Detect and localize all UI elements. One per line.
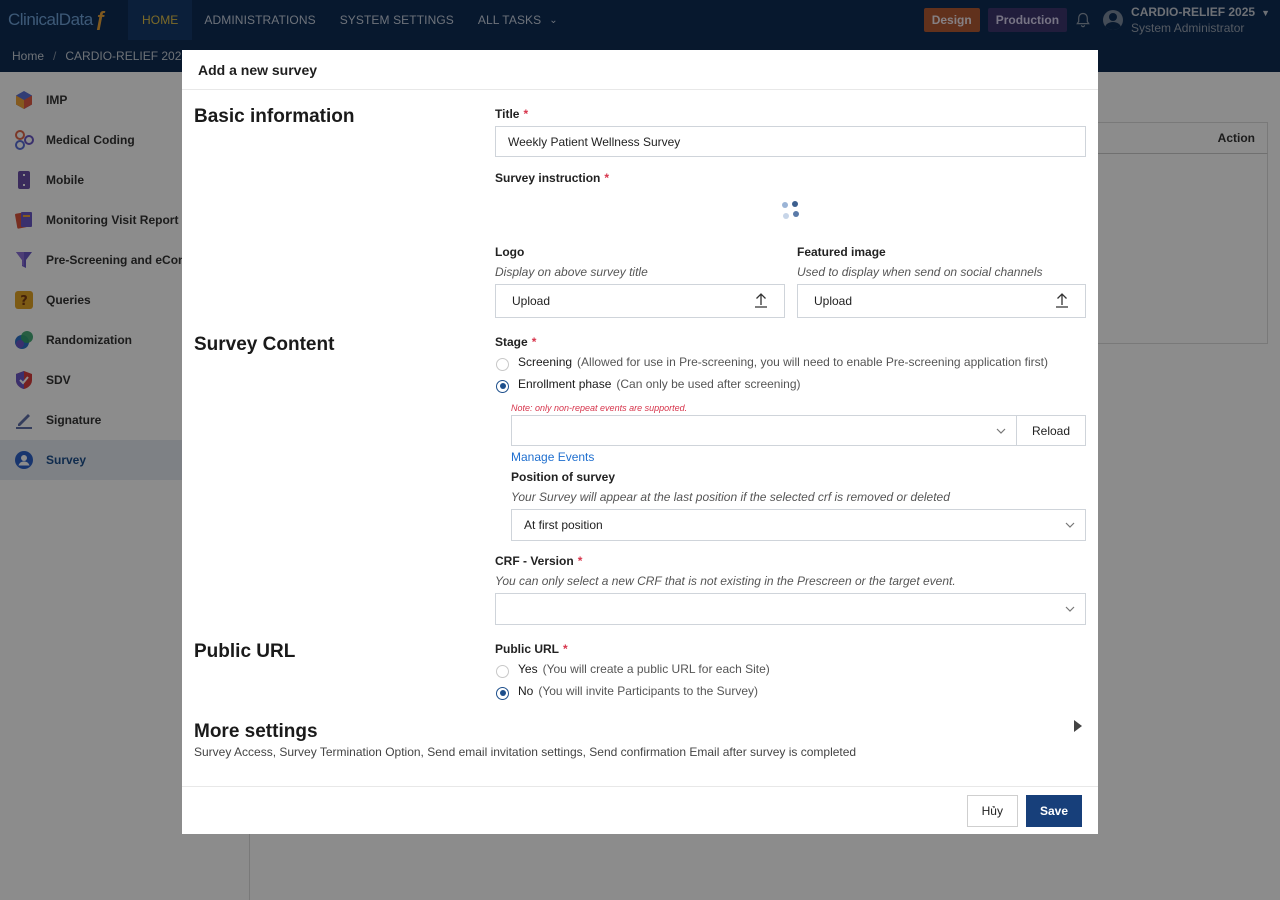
modal-footer: Hủy Save	[182, 786, 1098, 834]
required-asterisk: *	[563, 642, 568, 656]
radio-public-url-no[interactable]	[496, 686, 509, 700]
stage-label-text: Stage	[495, 335, 528, 349]
section-title-public-url: Public URL	[194, 641, 296, 662]
title-input[interactable]: Weekly Patient Wellness Survey	[495, 126, 1086, 157]
crf-version-label: CRF - Version *	[495, 554, 582, 568]
title-label-text: Title	[495, 107, 520, 121]
position-label: Position of survey	[511, 470, 616, 484]
radio-enrollment-desc: (Can only be used after screening)	[616, 377, 801, 391]
add-survey-modal: Add a new survey Basic information Title…	[182, 50, 1098, 834]
radio-screening[interactable]	[496, 357, 509, 371]
cancel-button[interactable]: Hủy	[966, 794, 1018, 827]
chevron-down-icon	[1065, 606, 1075, 612]
more-settings-description: Survey Access, Survey Termination Option…	[194, 745, 857, 759]
public-url-label-text: Public URL	[495, 642, 560, 656]
radio-screening-desc: (Allowed for use in Pre-screening, you w…	[577, 355, 1048, 369]
required-asterisk: *	[523, 107, 529, 121]
position-hint: Your Survey will appear at the last posi…	[511, 490, 950, 504]
crf-version-hint: You can only select a new CRF that is no…	[495, 574, 956, 588]
chevron-down-icon	[996, 428, 1006, 434]
position-select-value: At first position	[524, 518, 603, 532]
reload-button[interactable]: Reload	[1017, 415, 1086, 446]
required-asterisk: *	[531, 335, 537, 349]
crf-version-select[interactable]	[495, 593, 1086, 625]
stage-option-screening[interactable]: Screening (Allowed for use in Pre-screen…	[496, 355, 1048, 371]
upload-icon	[755, 293, 767, 308]
required-asterisk: *	[577, 554, 583, 568]
public-url-option-no[interactable]: No (You will invite Participants to the …	[496, 684, 758, 700]
chevron-down-icon	[1065, 522, 1075, 528]
radio-public-url-yes[interactable]	[496, 664, 509, 678]
title-label: Title *	[495, 107, 528, 121]
required-asterisk: *	[604, 171, 610, 185]
manage-events-link[interactable]: Manage Events	[511, 450, 594, 464]
stage-option-enrollment[interactable]: Enrollment phase (Can only be used after…	[496, 377, 801, 393]
logo-label: Logo	[495, 245, 525, 259]
logo-hint: Display on above survey title	[495, 265, 648, 279]
logo-upload-label: Upload	[512, 294, 551, 308]
featured-image-label: Featured image	[797, 245, 886, 259]
radio-public-url-yes-desc: (You will create a public URL for each S…	[542, 662, 770, 676]
radio-enrollment[interactable]	[496, 379, 509, 393]
survey-instruction-label: Survey instruction *	[495, 171, 609, 185]
section-title-basic-information: Basic information	[194, 106, 355, 127]
upload-icon	[1056, 293, 1068, 308]
featured-image-upload-button[interactable]: Upload	[797, 284, 1086, 318]
modal-title: Add a new survey	[182, 50, 1098, 90]
event-note: Note: only non-repeat events are support…	[511, 403, 688, 413]
featured-image-upload-label: Upload	[814, 294, 853, 308]
section-title-survey-content: Survey Content	[194, 334, 335, 355]
logo-upload-button[interactable]: Upload	[495, 284, 785, 318]
loading-spinner-icon	[782, 201, 799, 219]
survey-instruction-label-text: Survey instruction	[495, 171, 601, 185]
public-url-label: Public URL *	[495, 642, 568, 656]
section-title-more-settings[interactable]: More settings	[194, 721, 318, 743]
public-url-option-yes[interactable]: Yes (You will create a public URL for ea…	[496, 662, 770, 678]
radio-public-url-yes-label: Yes	[518, 662, 538, 676]
crf-version-label-text: CRF - Version	[495, 554, 574, 568]
stage-label: Stage *	[495, 335, 536, 349]
radio-public-url-no-desc: (You will invite Participants to the Sur…	[538, 684, 758, 698]
radio-public-url-no-label: No	[518, 684, 534, 698]
radio-enrollment-label: Enrollment phase	[518, 377, 612, 391]
title-input-value: Weekly Patient Wellness Survey	[508, 134, 681, 149]
expand-arrow-icon[interactable]	[1074, 720, 1082, 732]
position-select[interactable]: At first position	[511, 509, 1086, 541]
save-button[interactable]: Save	[1025, 794, 1082, 827]
featured-image-hint: Used to display when send on social chan…	[797, 265, 1043, 279]
event-select[interactable]	[511, 415, 1017, 446]
radio-screening-label: Screening	[518, 355, 573, 369]
